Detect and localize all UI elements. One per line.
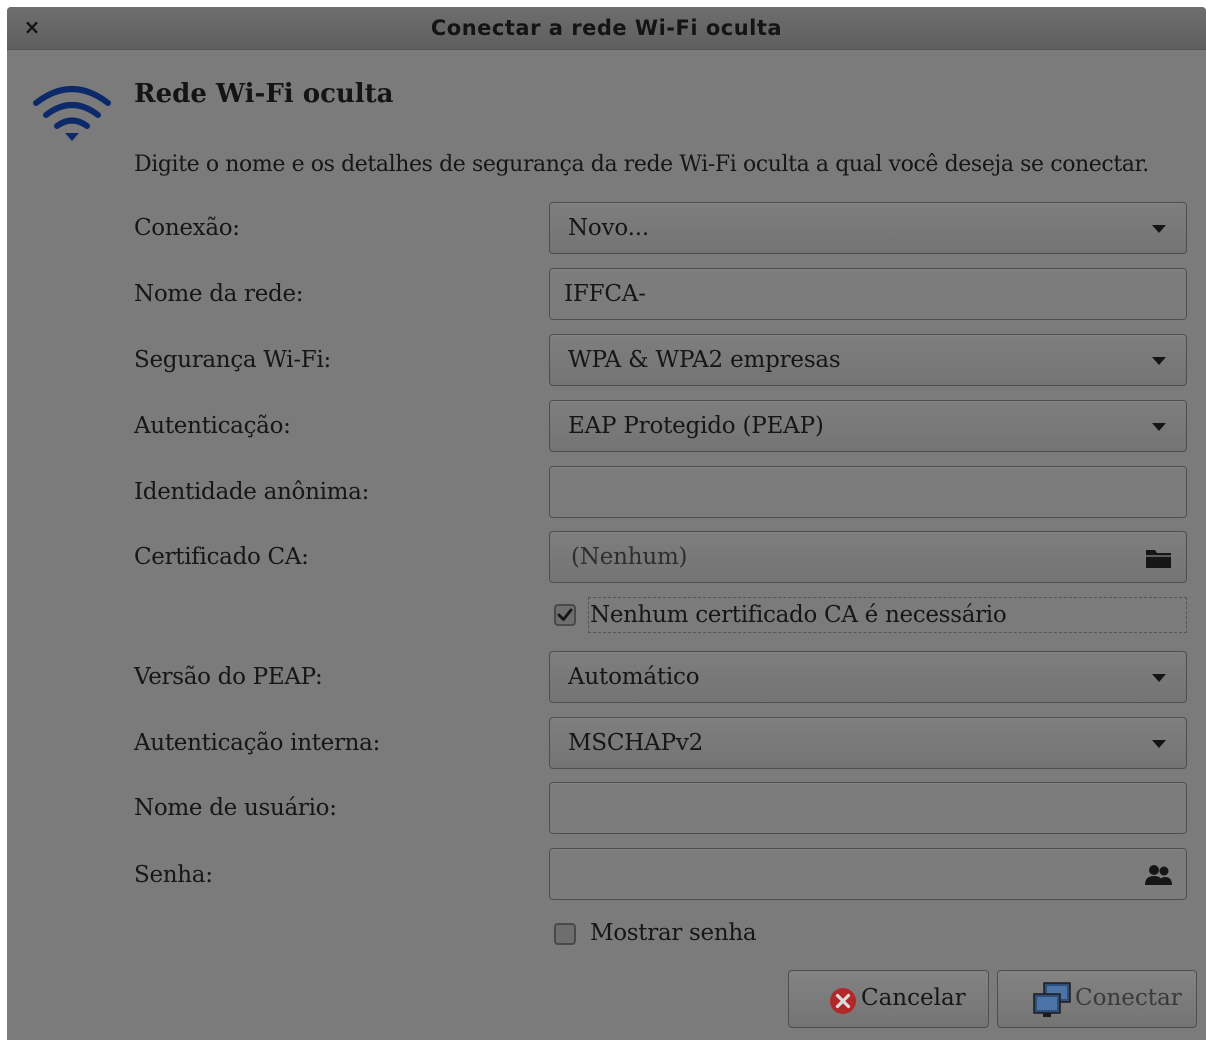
password-input[interactable] bbox=[549, 848, 1187, 900]
no-ca-required-checkbox[interactable] bbox=[554, 604, 576, 626]
chevron-down-icon bbox=[1152, 423, 1166, 431]
chevron-down-icon bbox=[1152, 674, 1166, 682]
inner-authentication-value: MSCHAPv2 bbox=[568, 730, 704, 756]
inner-authentication-label: Autenticação interna: bbox=[134, 730, 381, 756]
title-bar: × Conectar a rede Wi-Fi oculta bbox=[7, 7, 1206, 50]
connection-dropdown[interactable]: Novo... bbox=[549, 202, 1187, 254]
authentication-value: EAP Protegido (PEAP) bbox=[568, 413, 824, 439]
ca-certificate-label: Certificado CA: bbox=[134, 544, 309, 570]
connect-icon bbox=[1033, 982, 1071, 1017]
network-name-value: IFFCA- bbox=[564, 281, 646, 307]
chevron-down-icon bbox=[1152, 740, 1166, 748]
window-title: Conectar a rede Wi-Fi oculta bbox=[430, 16, 783, 40]
checkmark-icon bbox=[557, 608, 573, 621]
username-label: Nome de usuário: bbox=[134, 795, 337, 821]
ca-certificate-value: (Nenhum) bbox=[571, 544, 688, 570]
wifi-security-dropdown[interactable]: WPA & WPA2 empresas bbox=[549, 334, 1187, 386]
no-ca-required-label[interactable]: Nenhum certificado CA é necessário bbox=[590, 602, 1007, 628]
folder-icon bbox=[1146, 550, 1171, 568]
connection-value: Novo... bbox=[568, 215, 649, 241]
authentication-dropdown[interactable]: EAP Protegido (PEAP) bbox=[549, 400, 1187, 452]
connection-label: Conexão: bbox=[134, 215, 240, 241]
show-password-checkbox[interactable] bbox=[554, 923, 576, 945]
username-input[interactable] bbox=[549, 782, 1187, 834]
dialog-description: Digite o nome e os detalhes de segurança… bbox=[134, 152, 1149, 177]
connect-button[interactable]: Conectar bbox=[997, 970, 1197, 1028]
dialog-heading: Rede Wi-Fi oculta bbox=[134, 79, 394, 109]
users-icon[interactable] bbox=[1144, 862, 1174, 888]
connect-label: Conectar bbox=[1075, 985, 1182, 1011]
ca-certificate-chooser[interactable]: (Nenhum) bbox=[549, 531, 1187, 583]
authentication-label: Autenticação: bbox=[134, 413, 291, 439]
cancel-icon bbox=[830, 988, 856, 1014]
password-label: Senha: bbox=[134, 862, 213, 888]
show-password-label[interactable]: Mostrar senha bbox=[590, 920, 757, 946]
peap-version-label: Versão do PEAP: bbox=[134, 664, 323, 690]
network-name-label: Nome da rede: bbox=[134, 281, 304, 307]
wifi-security-value: WPA & WPA2 empresas bbox=[568, 347, 841, 373]
wifi-security-label: Segurança Wi-Fi: bbox=[134, 347, 331, 373]
dialog-window: × Conectar a rede Wi-Fi oculta Rede Wi-F… bbox=[7, 7, 1206, 1040]
anonymous-identity-input[interactable] bbox=[549, 466, 1187, 518]
peap-version-dropdown[interactable]: Automático bbox=[549, 651, 1187, 703]
peap-version-value: Automático bbox=[568, 664, 700, 690]
chevron-down-icon bbox=[1152, 357, 1166, 365]
anonymous-identity-label: Identidade anônima: bbox=[134, 479, 370, 505]
cancel-label: Cancelar bbox=[861, 985, 966, 1011]
chevron-down-icon bbox=[1152, 225, 1166, 233]
inner-authentication-dropdown[interactable]: MSCHAPv2 bbox=[549, 717, 1187, 769]
wifi-icon bbox=[33, 86, 111, 141]
cancel-button[interactable]: Cancelar bbox=[788, 970, 989, 1028]
network-name-input[interactable]: IFFCA- bbox=[549, 268, 1187, 320]
